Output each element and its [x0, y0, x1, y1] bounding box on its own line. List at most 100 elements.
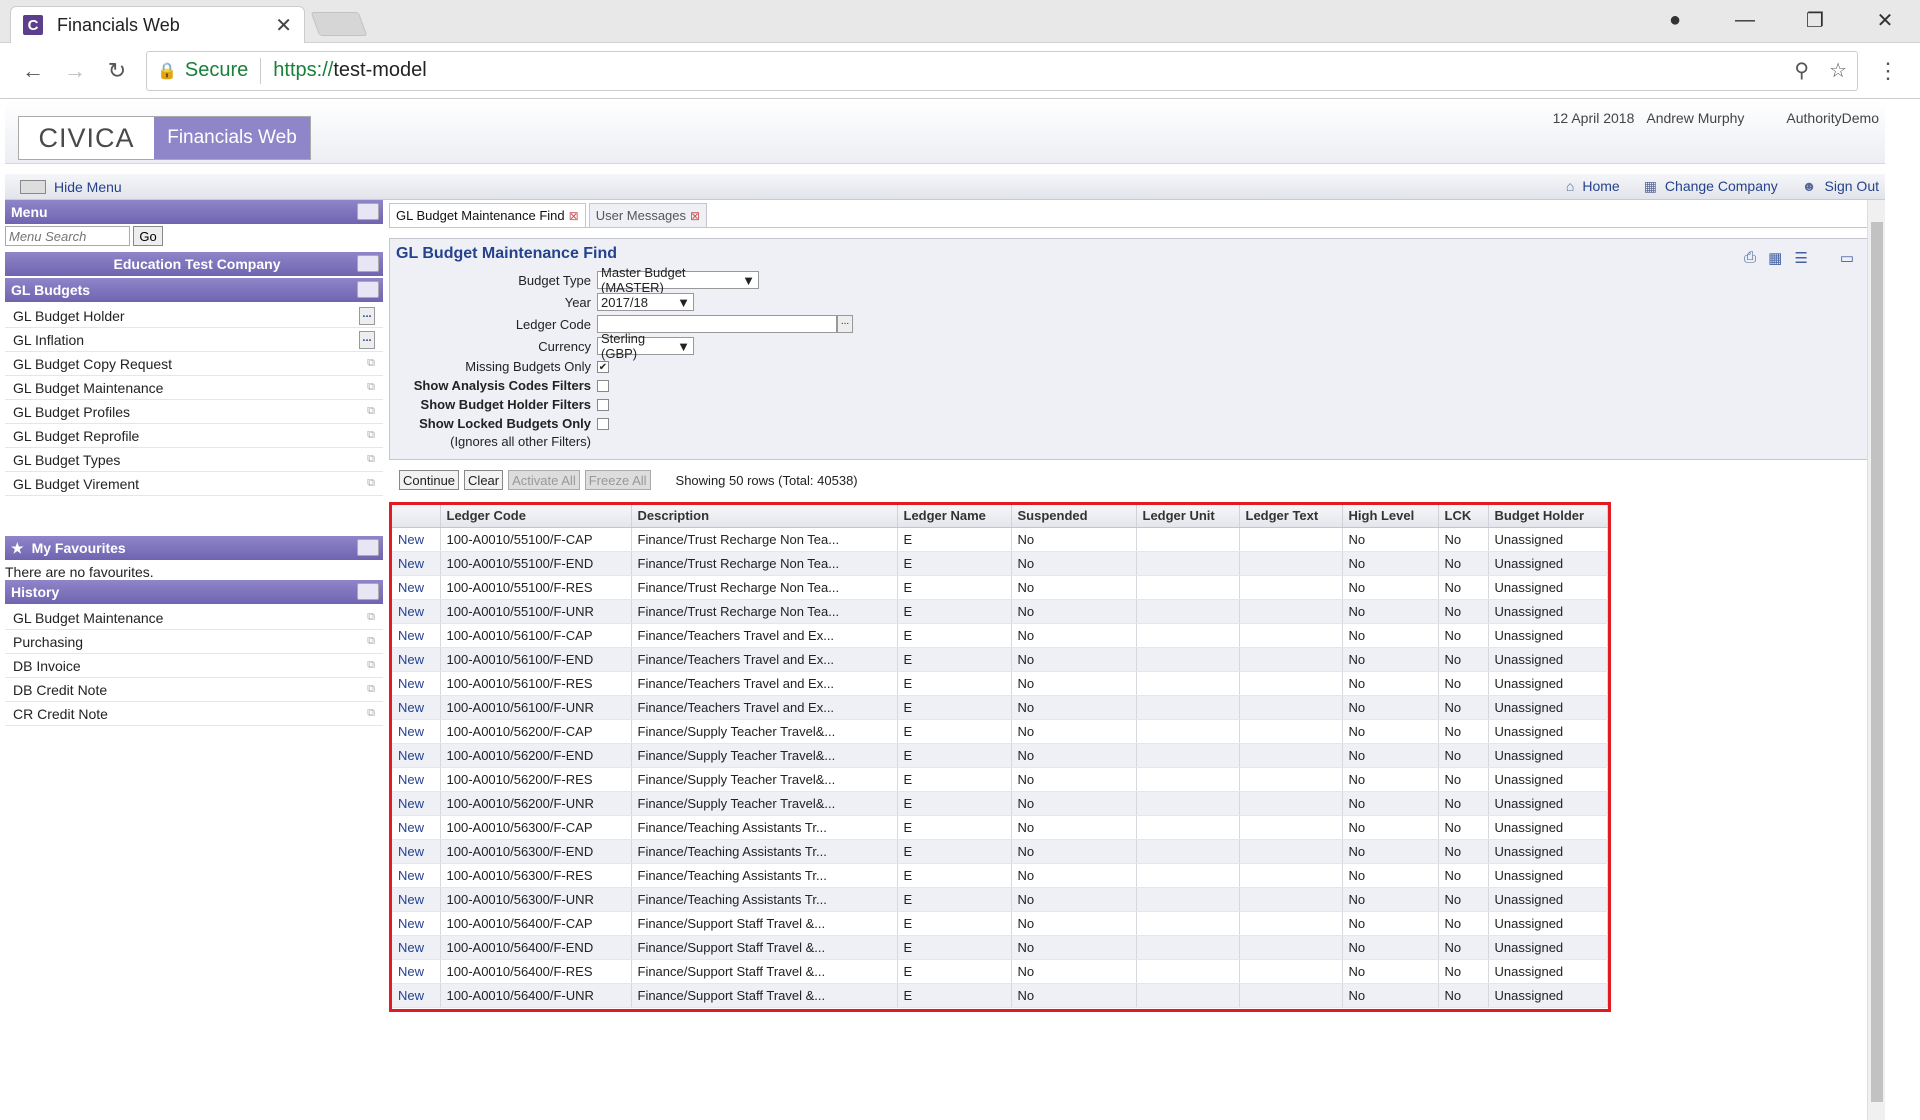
bookmark-star-icon[interactable]: ☆: [1829, 58, 1847, 83]
section-up-icon[interactable]: [357, 281, 379, 298]
year-select[interactable]: 2017/18 ▼: [597, 293, 694, 311]
excel-icon[interactable]: ▦: [1768, 249, 1782, 267]
sidebar-item[interactable]: GL Budget Holder...: [5, 304, 383, 328]
scrollbar-thumb[interactable]: [1871, 222, 1883, 1102]
window-icon[interactable]: ▭: [1840, 249, 1854, 267]
new-budget-link[interactable]: New: [392, 983, 441, 1008]
close-tab-icon[interactable]: ⊠: [569, 209, 579, 223]
budget-type-select[interactable]: Master Budget (MASTER) ▼: [597, 265, 759, 295]
open-window-icon[interactable]: ⧉: [367, 357, 375, 370]
forward-icon[interactable]: →: [54, 58, 96, 84]
hide-menu-button[interactable]: Hide Menu: [20, 179, 122, 195]
sidebar-item[interactable]: GL Budget Reprofile ⧉: [5, 424, 383, 448]
vertical-scrollbar[interactable]: [1867, 200, 1885, 1120]
close-tab-icon[interactable]: ✕: [275, 13, 292, 38]
new-budget-link[interactable]: New: [392, 695, 441, 720]
new-budget-link[interactable]: New: [392, 599, 441, 624]
new-budget-link[interactable]: New: [392, 887, 441, 912]
column-header[interactable]: Description: [631, 505, 898, 528]
back-icon[interactable]: ←: [12, 58, 54, 84]
ledger-code-lookup-button[interactable]: ...: [837, 315, 853, 333]
new-budget-link[interactable]: New: [392, 743, 441, 768]
open-window-icon[interactable]: ⧉: [367, 405, 375, 418]
new-budget-link[interactable]: New: [392, 791, 441, 816]
close-window-icon[interactable]: ✕: [1850, 8, 1920, 33]
tab-user-messages[interactable]: User Messages ⊠: [588, 203, 708, 227]
column-header[interactable]: High Level: [1342, 505, 1439, 528]
tab-gl-budget-maintenance-find[interactable]: GL Budget Maintenance Find ⊠: [389, 203, 586, 227]
zoom-icon[interactable]: ⚲: [1794, 58, 1809, 83]
column-header[interactable]: Budget Holder: [1488, 505, 1608, 528]
column-header[interactable]: Ledger Code: [440, 505, 632, 528]
column-header[interactable]: [392, 505, 441, 528]
print-icon[interactable]: ⎙: [1744, 249, 1756, 267]
open-window-icon[interactable]: ⧉: [367, 477, 375, 490]
open-window-icon[interactable]: ⧉: [367, 611, 375, 624]
new-budget-link[interactable]: New: [392, 959, 441, 984]
budget-holder-checkbox[interactable]: [597, 398, 609, 411]
open-window-icon[interactable]: ⧉: [367, 707, 375, 720]
profile-icon[interactable]: ●: [1640, 9, 1710, 32]
new-budget-link[interactable]: New: [392, 575, 441, 600]
sidebar-item[interactable]: GL Budget Virement ⧉: [5, 472, 383, 496]
new-budget-link[interactable]: New: [392, 647, 441, 672]
open-window-icon[interactable]: ⧉: [367, 635, 375, 648]
minimize-icon[interactable]: —: [1710, 9, 1780, 32]
open-window-icon[interactable]: ⧉: [367, 683, 375, 696]
new-budget-link[interactable]: New: [392, 935, 441, 960]
more-icon[interactable]: ...: [359, 306, 375, 325]
history-item[interactable]: CR Credit Note ⧉: [5, 702, 383, 726]
currency-select[interactable]: Sterling (GBP) ▼: [597, 331, 694, 361]
open-window-icon[interactable]: ⧉: [367, 381, 375, 394]
new-budget-link[interactable]: New: [392, 839, 441, 864]
open-window-icon[interactable]: ⧉: [367, 429, 375, 442]
new-tab-button[interactable]: [310, 12, 368, 36]
menu-toggle-icon[interactable]: [357, 203, 379, 220]
new-budget-link[interactable]: New: [392, 767, 441, 792]
app-logo[interactable]: CIVICA Financials Web: [18, 116, 311, 160]
new-budget-link[interactable]: New: [392, 527, 441, 552]
missing-budgets-checkbox[interactable]: ✔: [597, 360, 609, 373]
sidebar-item[interactable]: GL Budget Profiles ⧉: [5, 400, 383, 424]
open-window-icon[interactable]: ⧉: [367, 659, 375, 672]
history-item[interactable]: Purchasing ⧉: [5, 630, 383, 654]
sidebar-item[interactable]: GL Budget Maintenance ⧉: [5, 376, 383, 400]
new-budget-link[interactable]: New: [392, 551, 441, 576]
new-budget-link[interactable]: New: [392, 671, 441, 696]
locked-budgets-checkbox[interactable]: [597, 417, 609, 430]
change-company-link[interactable]: ▦ Change Company: [1644, 178, 1778, 195]
new-budget-link[interactable]: New: [392, 911, 441, 936]
url-field[interactable]: 🔒 Secure https:// test-model ⚲ ☆: [146, 50, 1858, 91]
sign-out-link[interactable]: ☻ Sign Out: [1802, 178, 1879, 195]
freeze-all-button[interactable]: Freeze All: [584, 470, 651, 490]
continue-button[interactable]: Continue: [399, 470, 460, 490]
clear-button[interactable]: Clear: [464, 470, 504, 490]
history-item[interactable]: DB Invoice ⧉: [5, 654, 383, 678]
browser-menu-icon[interactable]: ⋮: [1868, 58, 1908, 84]
sidebar-item[interactable]: GL Budget Copy Request ⧉: [5, 352, 383, 376]
favourites-toggle-icon[interactable]: [357, 539, 379, 556]
go-button[interactable]: Go: [133, 226, 163, 246]
home-link[interactable]: ⌂ Home: [1566, 178, 1620, 195]
history-toggle-icon[interactable]: [357, 583, 379, 600]
activate-all-button[interactable]: Activate All: [508, 470, 580, 490]
browser-tab[interactable]: C Financials Web ✕: [10, 6, 305, 43]
filter-icon[interactable]: ☰: [1794, 249, 1807, 267]
sidebar-item[interactable]: GL Inflation...: [5, 328, 383, 352]
new-budget-link[interactable]: New: [392, 623, 441, 648]
new-budget-link[interactable]: New: [392, 863, 441, 888]
column-header[interactable]: Suspended: [1011, 505, 1137, 528]
restore-icon[interactable]: ❐: [1780, 8, 1850, 33]
reload-icon[interactable]: ↻: [96, 58, 138, 84]
company-toggle-icon[interactable]: [357, 255, 379, 272]
sidebar-item[interactable]: GL Budget Types ⧉: [5, 448, 383, 472]
open-window-icon[interactable]: ⧉: [367, 453, 375, 466]
column-header[interactable]: Ledger Name: [897, 505, 1012, 528]
column-header[interactable]: Ledger Unit: [1136, 505, 1240, 528]
history-item[interactable]: DB Credit Note ⧉: [5, 678, 383, 702]
new-budget-link[interactable]: New: [392, 815, 441, 840]
new-budget-link[interactable]: New: [392, 719, 441, 744]
more-icon[interactable]: ...: [359, 330, 375, 349]
history-item[interactable]: GL Budget Maintenance ⧉: [5, 606, 383, 630]
close-tab-icon[interactable]: ⊠: [690, 209, 700, 223]
